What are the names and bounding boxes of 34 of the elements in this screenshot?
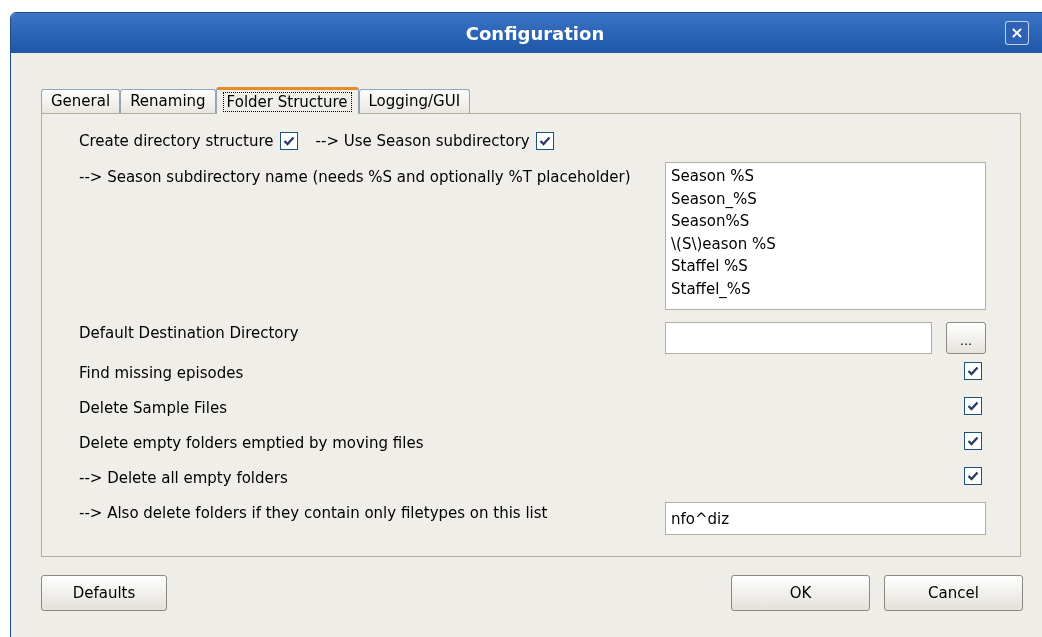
browse-button[interactable]: ... [946,322,986,354]
list-item[interactable]: Staffel %S [671,255,980,278]
tab[interactable]: Logging/GUI [358,89,471,113]
list-item[interactable]: Season %S [671,165,980,188]
list-item[interactable]: \(S\)eason %S [671,232,980,255]
dialog-button[interactable]: Cancel [884,575,1023,611]
list-item[interactable]: Staffel_%S [671,277,980,300]
option-label: Default Destination Directory [79,323,299,344]
checkbox[interactable] [964,467,982,485]
dialog-button[interactable]: Defaults [41,575,167,611]
list-box[interactable]: Season %S Season_%S Season%S \(S\)eason %S Staffel %S Staffel_%S [665,162,986,310]
filetype-field[interactable]: nfo^diz [665,502,986,535]
close-button[interactable]: × [1005,21,1029,45]
checkbox[interactable] [964,397,982,415]
checkbox[interactable] [279,132,298,150]
checkbox[interactable] [964,362,982,380]
checkbox[interactable] [964,432,982,450]
tab[interactable]: Renaming [120,89,216,113]
option-label: Find missing episodes [79,363,244,384]
list-item[interactable]: Season_%S [671,187,980,210]
option-label: --> Season subdirectory name (needs %S and optionally %T placeholder) [79,167,631,188]
checkbox[interactable] [535,132,554,150]
tab[interactable]: General [41,89,121,113]
option-label: --> Also delete folders if they contain only filetypes on this list [79,503,548,524]
option-label: --> Delete all empty folders [79,468,288,489]
path-field[interactable] [665,322,932,354]
checkbox-label: --> Use Season subdirectory [315,130,530,152]
window-title: Configuration [465,21,605,46]
tab[interactable]: Folder Structure [215,87,359,114]
list-item[interactable]: Season%S [671,210,980,233]
option-label: Delete Sample Files [79,398,227,419]
checkbox-label: Create directory structure [79,130,274,152]
option-label: Delete empty folders emptied by moving files [79,433,424,454]
dialog-button[interactable]: OK [731,575,870,611]
